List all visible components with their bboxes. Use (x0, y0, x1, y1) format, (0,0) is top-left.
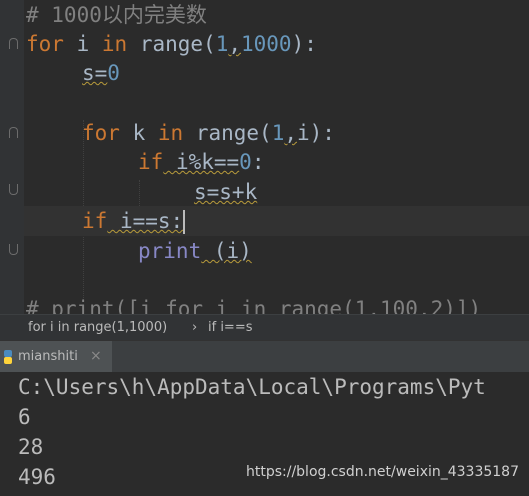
breadcrumb-separator: › (192, 320, 198, 335)
code-line-for-inner: for k in range(1,i): (82, 121, 335, 145)
console-output-line: 6 (18, 405, 31, 429)
editor-gutter (0, 0, 24, 314)
python-icon (4, 350, 12, 364)
fold-toggle-icon[interactable] (9, 127, 18, 138)
breadcrumb-item-if[interactable]: if i==s (208, 320, 253, 335)
code-line-if-inner: if i%k==0: (138, 150, 265, 174)
run-tab-label: mianshiti (18, 349, 78, 364)
code-line-comment-print: # print([i for i in range(1,100,2)]) (26, 297, 482, 314)
breadcrumb-item-for[interactable]: for i in range(1,1000) (28, 320, 167, 335)
code-line-if-outer: if i==s: (82, 209, 186, 234)
code-line-sum: s=s+k (194, 180, 258, 204)
watermark: https://blog.csdn.net/weixin_43335187 (245, 464, 519, 480)
code-line-for-outer: for i in range(1,1000): (26, 32, 317, 56)
code-line-assign: s=0 (82, 61, 120, 85)
console-output-line: 496 (18, 465, 56, 489)
code-editor[interactable]: # 1000以内完美数 for i in range(1,1000): s=0 … (0, 0, 529, 314)
code-line-comment: # 1000以内完美数 (26, 3, 207, 27)
fold-toggle-icon[interactable] (9, 244, 18, 255)
fold-toggle-icon[interactable] (9, 38, 18, 49)
run-tab-mianshiti[interactable]: mianshiti × (0, 341, 112, 373)
fold-toggle-icon[interactable] (9, 184, 18, 195)
breadcrumb: for i in range(1,1000) › if i==s (0, 314, 529, 340)
text-cursor (183, 210, 186, 234)
code-line-print: print (i) (138, 239, 252, 263)
console-path-line: C:\Users\h\AppData\Local\Programs\Pyt (18, 375, 486, 399)
close-icon[interactable]: × (90, 348, 102, 364)
run-toolwindow-header: mianshiti × (0, 340, 529, 373)
console-output-line: 28 (18, 435, 44, 459)
